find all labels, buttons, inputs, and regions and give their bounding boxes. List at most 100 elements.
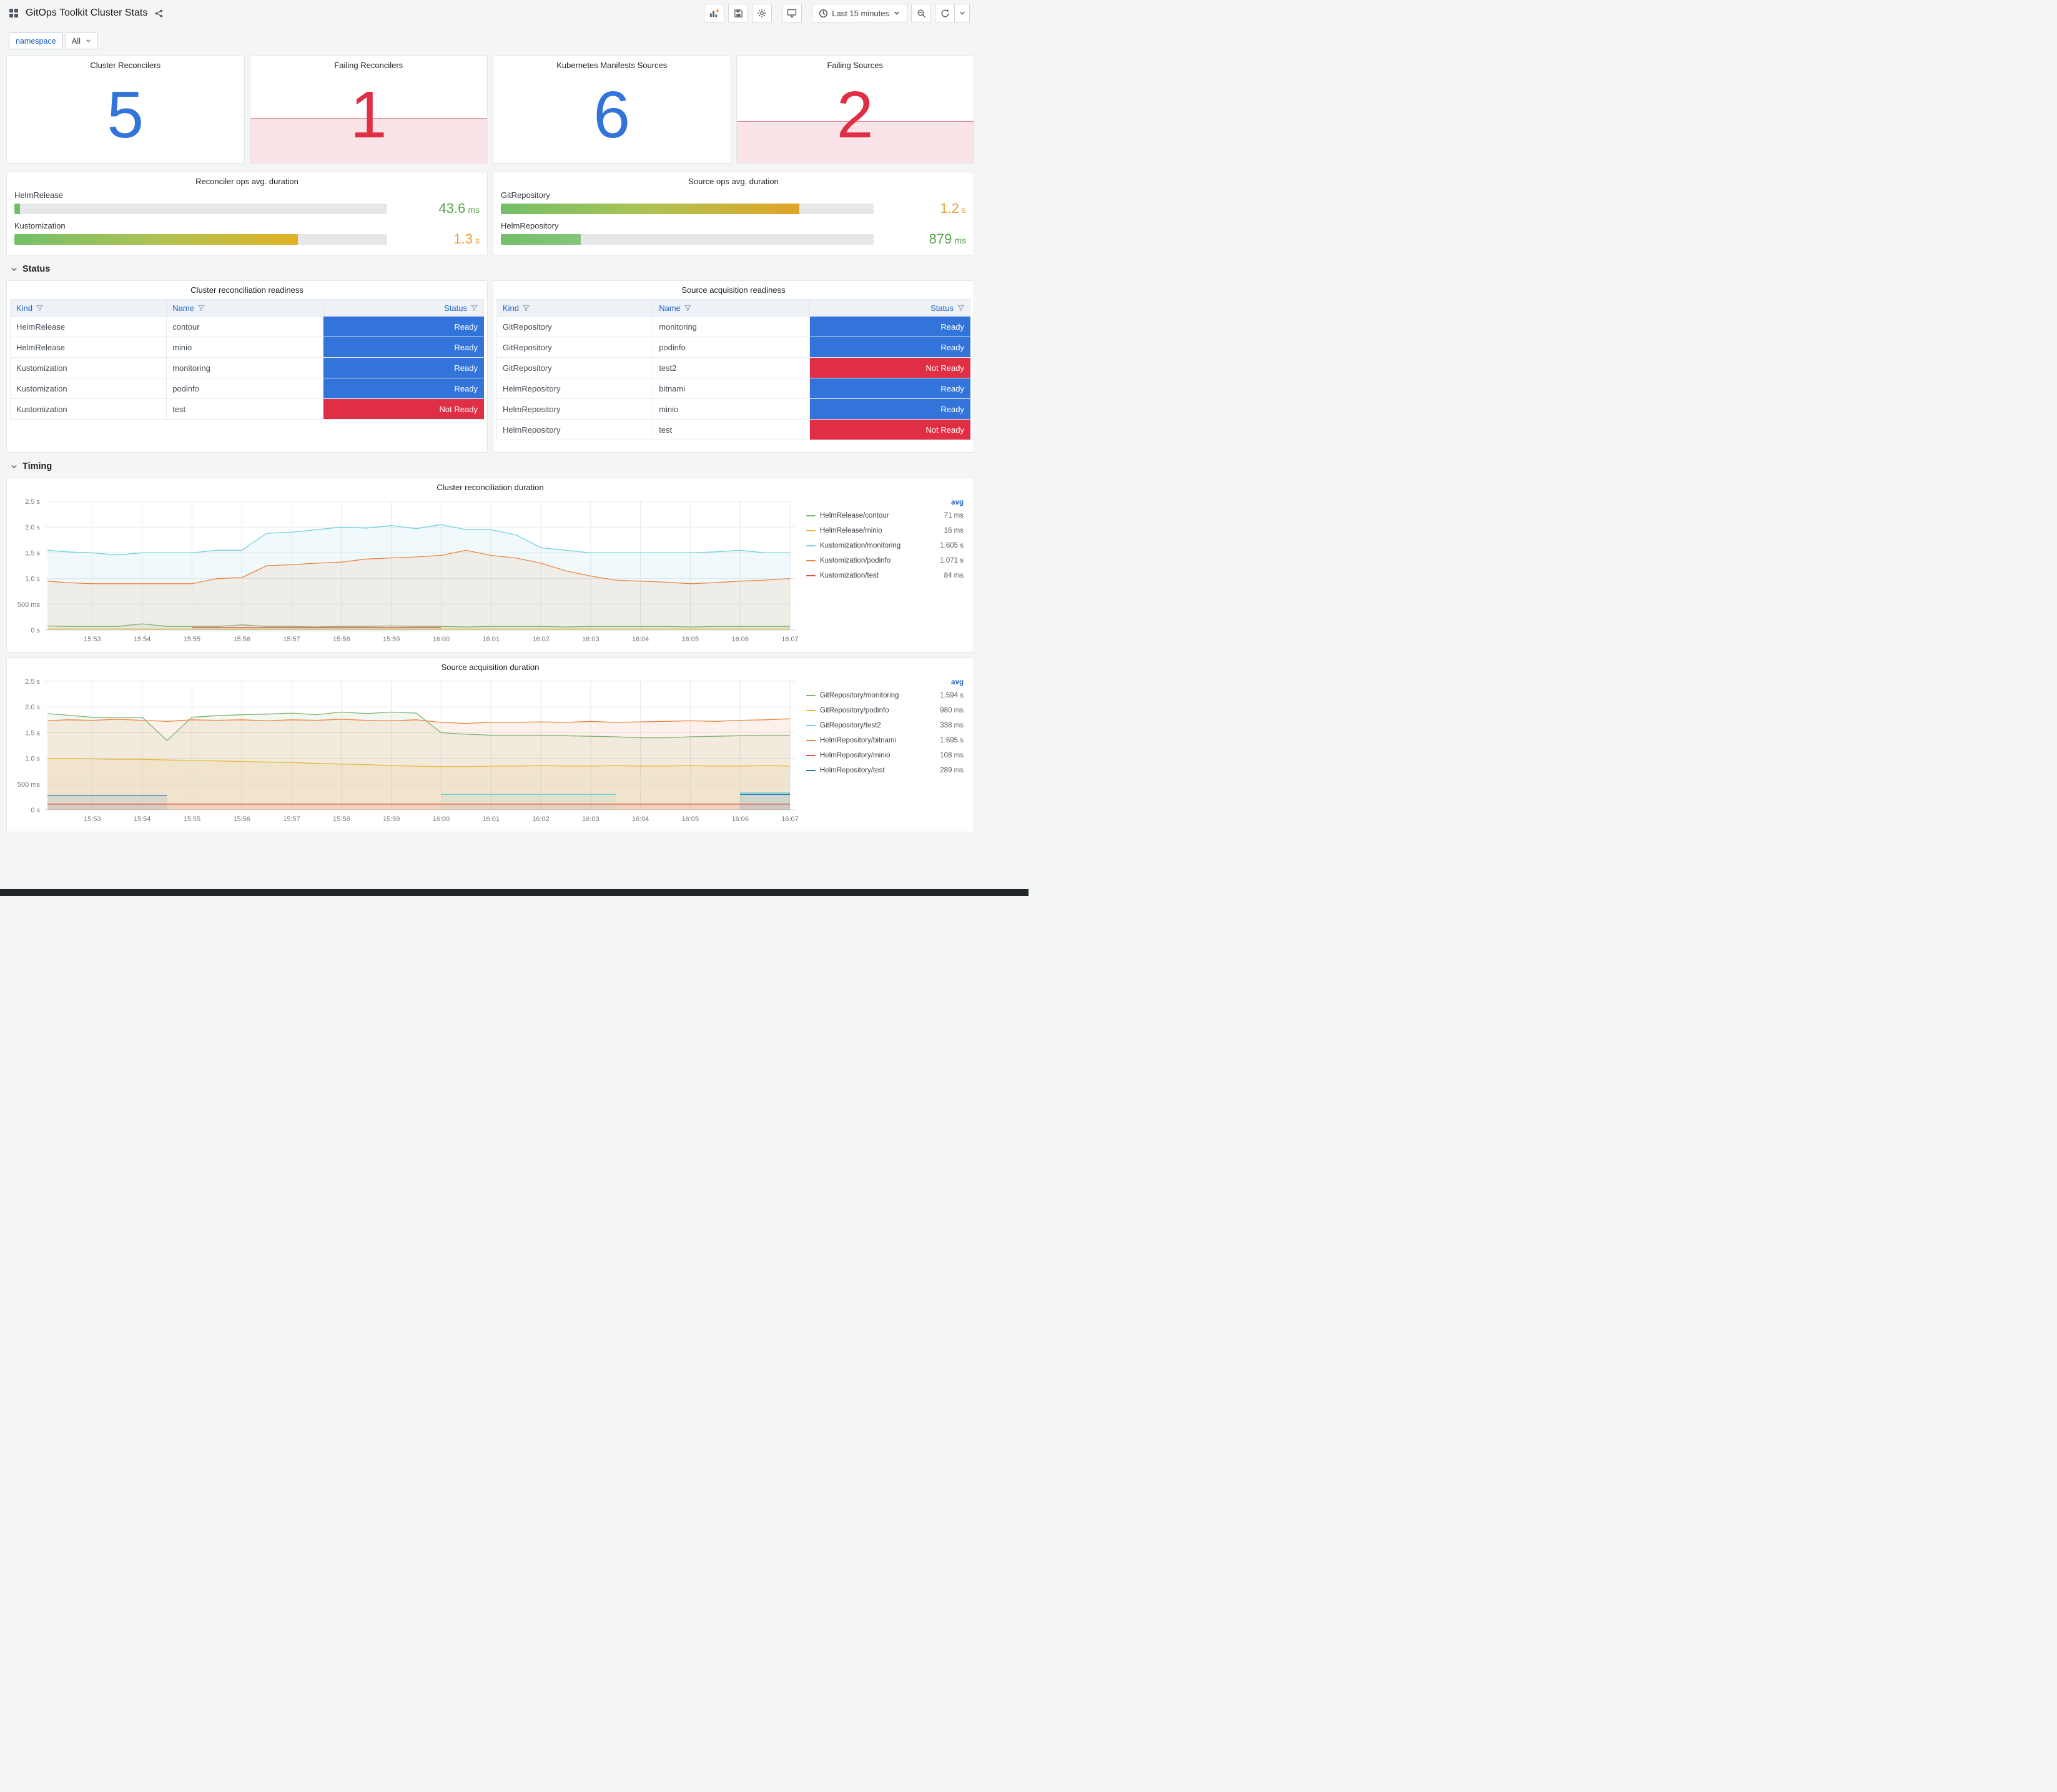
name-cell: podinfo	[167, 378, 324, 399]
svg-text:500 ms: 500 ms	[17, 601, 41, 609]
name-cell: test	[653, 420, 811, 440]
legend-item: HelmRepository/minio 108 ms	[806, 748, 965, 763]
kind-cell: Kustomization	[10, 399, 167, 420]
panel-title[interactable]: Source acquisition duration	[7, 658, 974, 674]
panel-source-acquisition-duration: Source acquisition duration 15:53 15:54 15…	[6, 657, 974, 832]
column-header-name[interactable]: Name	[653, 299, 811, 317]
legend-item: GitRepository/podinfo 980 ms	[806, 703, 965, 718]
section-header-timing[interactable]: Timing	[10, 461, 1028, 471]
bar-gauge-fill	[14, 234, 298, 245]
refresh-button[interactable]	[935, 4, 955, 22]
svg-text:1.0 s: 1.0 s	[25, 576, 40, 583]
column-header-kind[interactable]: Kind	[496, 299, 654, 317]
legend-item: Kustomization/test 84 ms	[806, 568, 965, 583]
column-header-kind[interactable]: Kind	[10, 299, 167, 317]
bar-gauge-fill	[14, 203, 20, 214]
panel-title[interactable]: Source acquisition readiness	[493, 281, 974, 297]
table-header-row: Kind Name Status	[10, 299, 484, 317]
panel-title[interactable]: Cluster Reconcilers	[7, 56, 244, 72]
refresh-interval-dropdown[interactable]	[955, 4, 970, 22]
filter-icon[interactable]	[197, 305, 205, 312]
svg-text:16:02: 16:02	[532, 815, 550, 823]
namespace-value-dropdown[interactable]: All	[65, 32, 99, 49]
name-cell: monitoring	[167, 358, 324, 378]
zoom-out-time-button[interactable]	[911, 4, 931, 22]
gauge-label: Kustomization	[14, 221, 66, 230]
bar-gauge-fill	[501, 203, 799, 214]
series-color-icon	[806, 770, 816, 771]
filter-icon[interactable]	[684, 305, 691, 312]
legend-series-name[interactable]: HelmRepository/minio	[820, 752, 890, 759]
dashboards-grid-icon[interactable]	[7, 7, 20, 19]
variable-label-namespace: namespace	[9, 32, 63, 49]
panel-title[interactable]: Reconciler ops avg. duration	[7, 172, 487, 188]
panel-title[interactable]: Cluster reconciliation duration	[7, 478, 974, 494]
name-cell: bitnami	[653, 378, 811, 399]
legend-series-value: 1.605 s	[940, 542, 964, 549]
series-color-icon	[806, 755, 816, 756]
table-row: Kustomization podinfo Ready	[10, 378, 484, 399]
svg-text:1.0 s: 1.0 s	[25, 756, 40, 763]
legend-series-name[interactable]: GitRepository/podinfo	[820, 707, 889, 714]
legend-series-value: 289 ms	[940, 767, 964, 774]
time-range-picker[interactable]: Last 15 minutes	[812, 4, 907, 22]
name-cell: test2	[653, 358, 811, 378]
kind-cell: Kustomization	[10, 378, 167, 399]
bar-gauge-track	[501, 234, 874, 245]
legend-series-name[interactable]: Kustomization/monitoring	[820, 542, 900, 549]
add-panel-button[interactable]	[704, 4, 725, 22]
panel-title[interactable]: Kubernetes Manifests Sources	[493, 56, 731, 72]
legend-item: Kustomization/podinfo 1.071 s	[806, 553, 965, 568]
legend-header-avg[interactable]: avg	[806, 679, 965, 686]
legend-series-name[interactable]: HelmRepository/test	[820, 767, 885, 774]
legend-series-value: 108 ms	[940, 752, 964, 759]
legend-series-name[interactable]: HelmRelease/contour	[820, 512, 889, 519]
panel-title[interactable]: Source ops avg. duration	[493, 172, 974, 188]
svg-text:2.5 s: 2.5 s	[25, 498, 40, 506]
panel-title[interactable]: Failing Reconcilers	[250, 56, 488, 72]
legend-header-avg[interactable]: avg	[806, 499, 965, 506]
panel-failing-sources: Failing Sources 2	[736, 56, 974, 164]
dashboard-title[interactable]: GitOps Toolkit Cluster Stats	[26, 7, 147, 19]
legend-series-name[interactable]: GitRepository/monitoring	[820, 692, 899, 699]
panel-title[interactable]: Cluster reconciliation readiness	[7, 281, 487, 297]
table-row: HelmRelease minio Ready	[10, 337, 484, 358]
gauge-value: 879 ms	[929, 231, 966, 247]
time-series-plot[interactable]: 15:53 15:54 15:55 15:56 15:57 15:58 15:59 16:00…	[9, 675, 802, 827]
stat-value: 2	[836, 78, 874, 152]
legend-series-name[interactable]: GitRepository/test2	[820, 722, 881, 729]
legend-series-name[interactable]: HelmRepository/bitnami	[820, 737, 896, 744]
svg-text:15:58: 15:58	[333, 815, 350, 823]
filter-icon[interactable]	[470, 305, 478, 312]
column-header-name[interactable]: Name	[167, 299, 324, 317]
legend-item: Kustomization/monitoring 1.605 s	[806, 538, 965, 553]
filter-icon[interactable]	[36, 305, 44, 312]
legend-series-name[interactable]: Kustomization/podinfo	[820, 557, 890, 564]
series-color-icon	[806, 695, 816, 696]
panel-title[interactable]: Failing Sources	[737, 56, 974, 72]
stat-value: 5	[107, 78, 144, 152]
legend-series-name[interactable]: Kustomization/test	[820, 572, 879, 579]
svg-text:16:06: 16:06	[731, 636, 749, 643]
stats-row: Cluster Reconcilers 5 Failing Reconciler…	[6, 56, 974, 164]
save-dashboard-button[interactable]	[728, 4, 749, 22]
panel-failing-reconcilers: Failing Reconcilers 1	[249, 56, 488, 164]
share-icon[interactable]	[153, 7, 165, 19]
column-header-status[interactable]: Status	[810, 299, 970, 317]
filter-icon[interactable]	[957, 305, 964, 312]
legend-series-value: 1.071 s	[940, 557, 964, 564]
bar-gauge-track	[14, 203, 387, 214]
svg-text:15:53: 15:53	[84, 636, 101, 643]
svg-text:15:57: 15:57	[283, 815, 300, 823]
panel-kubernetes-manifests-sources: Kubernetes Manifests Sources 6	[493, 56, 731, 164]
kind-cell: HelmRelease	[10, 337, 167, 358]
cycle-view-button[interactable]	[782, 4, 802, 22]
legend-series-name[interactable]: HelmRelease/minio	[820, 527, 882, 534]
time-series-plot[interactable]: 15:53 15:54 15:55 15:56 15:57 15:58 15:59 16:00…	[9, 495, 802, 647]
bar-gauge-row: HelmRelease 43.6 ms	[14, 190, 480, 215]
section-header-status[interactable]: Status	[10, 264, 1028, 274]
dashboard-settings-button[interactable]	[752, 4, 772, 22]
filter-icon[interactable]	[523, 305, 530, 312]
column-header-status[interactable]: Status	[323, 299, 484, 317]
svg-text:15:53: 15:53	[84, 815, 101, 823]
